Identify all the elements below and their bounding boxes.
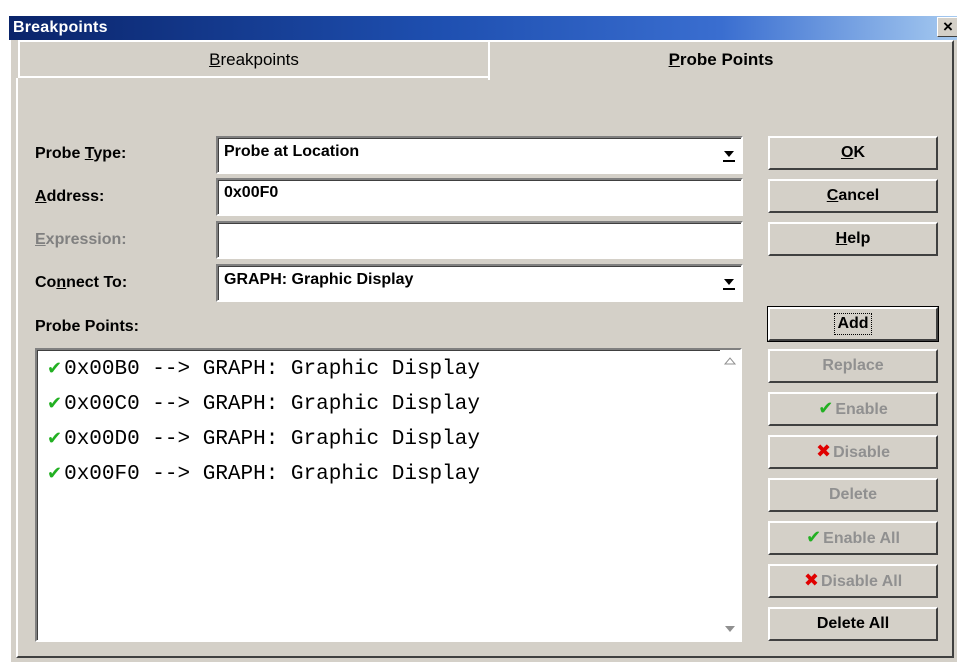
list-item[interactable]: ✔0x00B0 --> GRAPH: Graphic Display: [47, 353, 480, 385]
close-icon: ✖: [815, 441, 832, 462]
disable-button[interactable]: ✖ Disable: [768, 435, 938, 469]
disable-all-button[interactable]: ✖ Disable All: [768, 564, 938, 598]
probe-type-label: Probe Type:: [35, 145, 127, 162]
window-title: Breakpoints: [13, 19, 108, 36]
probe-points-label: Probe Points:: [35, 318, 140, 335]
tab-breakpoints-accel: B: [209, 50, 221, 69]
enable-button[interactable]: ✔ Enable: [768, 392, 938, 426]
replace-button[interactable]: Replace: [768, 349, 938, 383]
address-value: 0x00F0: [224, 184, 279, 201]
probe-points-list[interactable]: ✔0x00B0 --> GRAPH: Graphic Display ✔0x00…: [35, 348, 742, 642]
help-button[interactable]: Help: [768, 222, 938, 256]
add-button[interactable]: Add: [767, 306, 939, 342]
delete-button[interactable]: Delete: [768, 478, 938, 512]
expression-field[interactable]: [216, 221, 743, 259]
vertical-scrollbar[interactable]: [720, 350, 740, 640]
title-bar: Breakpoints ×: [9, 16, 957, 40]
list-item[interactable]: ✔0x00C0 --> GRAPH: Graphic Display: [47, 388, 480, 420]
chevron-down-icon[interactable]: [721, 271, 737, 293]
close-icon: ×: [943, 17, 953, 36]
cancel-button[interactable]: Cancel: [768, 179, 938, 213]
ok-button[interactable]: OK: [768, 136, 938, 170]
chevron-down-icon[interactable]: [721, 143, 737, 165]
tab-probe-points-label: robe Points: [679, 50, 774, 69]
close-button[interactable]: ×: [937, 17, 957, 37]
probe-type-select[interactable]: Probe at Location: [216, 136, 743, 174]
check-icon: ✔: [47, 463, 63, 484]
address-field[interactable]: 0x00F0: [216, 178, 743, 216]
connect-to-select[interactable]: GRAPH: Graphic Display: [216, 264, 743, 302]
breakpoints-dialog: Breakpoints × Breakpoints Probe Points P…: [9, 16, 957, 662]
list-item[interactable]: ✔0x00D0 --> GRAPH: Graphic Display: [47, 423, 480, 455]
check-icon: ✔: [818, 398, 834, 419]
delete-all-button[interactable]: Delete All: [768, 607, 938, 641]
address-label: Address:: [35, 188, 105, 205]
list-item[interactable]: ✔0x00F0 --> GRAPH: Graphic Display: [47, 458, 480, 490]
probe-type-value: Probe at Location: [224, 143, 360, 160]
scroll-down-icon[interactable]: [722, 620, 738, 638]
enable-all-button[interactable]: ✔ Enable All: [768, 521, 938, 555]
tab-probe-points[interactable]: Probe Points: [488, 40, 954, 80]
scroll-up-icon[interactable]: [722, 352, 738, 370]
tab-probe-points-accel: P: [668, 50, 680, 69]
connect-to-value: GRAPH: Graphic Display: [224, 271, 414, 288]
tab-breakpoints[interactable]: Breakpoints: [18, 40, 490, 78]
check-icon: ✔: [47, 393, 63, 414]
close-icon: ✖: [803, 570, 819, 591]
check-icon: ✔: [806, 527, 822, 548]
connect-to-label: Connect To:: [35, 274, 128, 291]
check-icon: ✔: [47, 358, 63, 379]
expression-label: Expression:: [35, 231, 127, 248]
tab-breakpoints-label: reakpoints: [220, 50, 299, 69]
check-icon: ✔: [47, 428, 63, 449]
